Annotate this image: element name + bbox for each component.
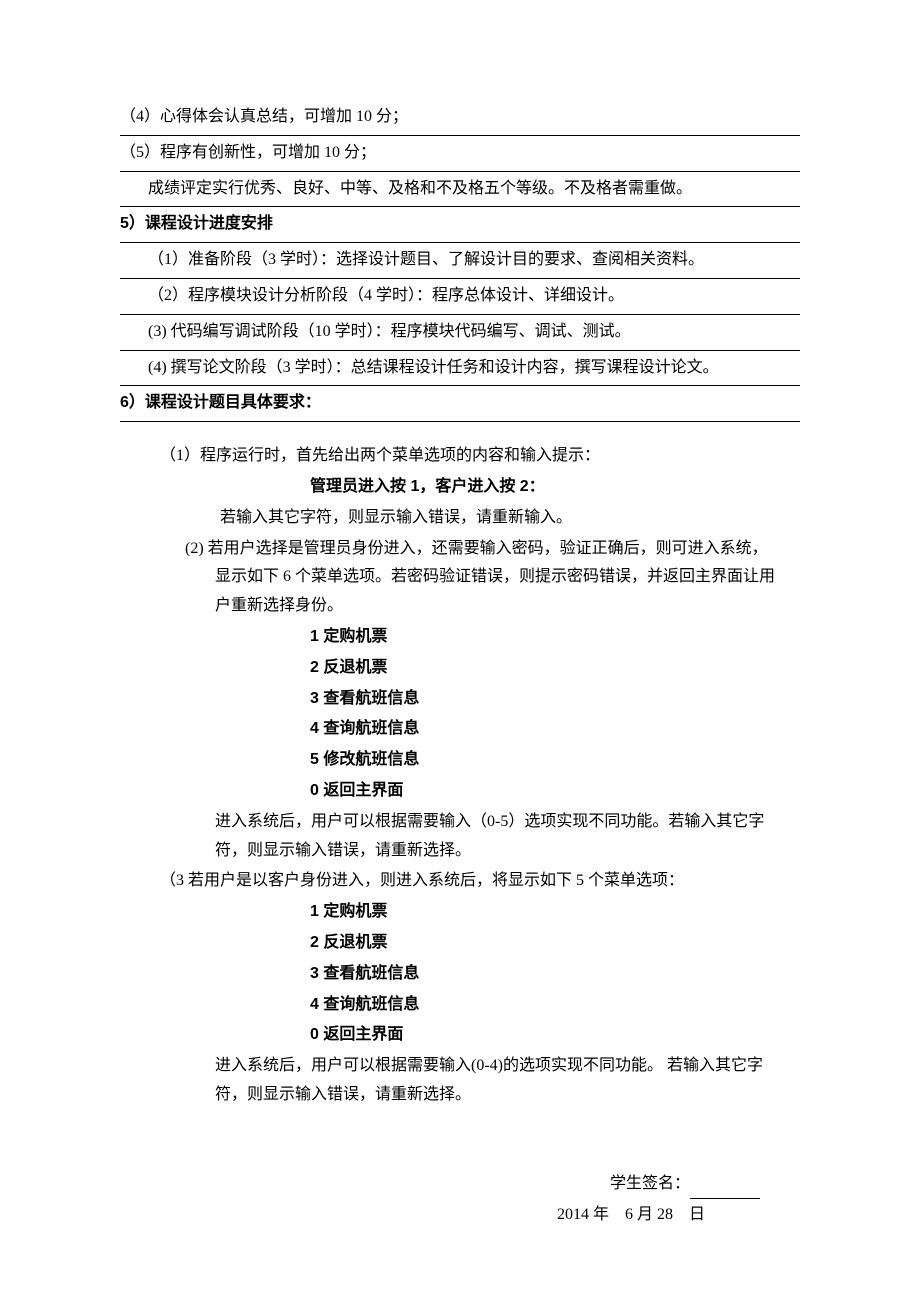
schedule-item-2: （2）程序模块设计分析阶段（4 学时）：程序总体设计、详细设计。 <box>120 279 800 315</box>
cust-menu-3: 3 查看航班信息 <box>160 960 780 989</box>
signature-label: 学生签名： <box>610 1175 690 1192</box>
grade-note-row: 成绩评定实行优秀、良好、中等、及格和不及格五个等级。不及格者需重做。 <box>120 172 800 208</box>
schedule-text: (3) 代码编写调试阶段（10 学时）：程序模块代码编写、调试、测试。 <box>148 323 631 340</box>
signature-date: 2014 年 6 月 28 日 <box>120 1201 760 1230</box>
schedule-text: （2）程序模块设计分析阶段（4 学时）：程序总体设计、详细设计。 <box>148 287 624 304</box>
schedule-item-4: (4) 撰写论文阶段（3 学时）：总结课程设计任务和设计内容，撰写课程设计论文。 <box>120 351 800 387</box>
bonus-item-4: （4）心得体会认真总结，可增加 10 分； <box>120 100 800 136</box>
admin-menu-4: 4 查询航班信息 <box>160 715 780 744</box>
req-2-head: (2) 若用户选择是管理员身份进入，还需要输入密码，验证正确后，则可进入系统，显… <box>160 535 780 621</box>
section-5-header: 5）课程设计进度安排 <box>120 207 800 243</box>
cust-menu-0: 0 返回主界面 <box>160 1021 780 1050</box>
admin-menu-0: 0 返回主界面 <box>160 777 780 806</box>
signature-underline <box>690 1198 760 1199</box>
requirements-body: （1）程序运行时，首先给出两个菜单选项的内容和输入提示： 管理员进入按 1，客户… <box>120 422 800 1110</box>
admin-menu-3: 3 查看航班信息 <box>160 685 780 714</box>
section-6-header: 6）课程设计题目具体要求： <box>120 386 800 422</box>
schedule-text: （1）准备阶段（3 学时）：选择设计题目、了解设计目的要求、查阅相关资料。 <box>148 251 704 268</box>
bonus-item-5: （5）程序有创新性，可增加 10 分； <box>120 136 800 172</box>
admin-menu-2: 2 反退机票 <box>160 654 780 683</box>
grade-note: 成绩评定实行优秀、良好、中等、及格和不及格五个等级。不及格者需重做。 <box>148 180 692 197</box>
bonus-text: （4）心得体会认真总结，可增加 10 分； <box>120 108 408 125</box>
req-3-tail: 进入系统后，用户可以根据需要输入(0-4)的选项实现不同功能。 若输入其它字符，… <box>160 1052 780 1110</box>
cust-menu-4: 4 查询航班信息 <box>160 991 780 1020</box>
section-5-title: 5）课程设计进度安排 <box>120 215 273 232</box>
schedule-text: (4) 撰写论文阶段（3 学时）：总结课程设计任务和设计内容，撰写课程设计论文。 <box>148 359 719 376</box>
signature-block: 学生签名： 2014 年 6 月 28 日 <box>120 1170 800 1230</box>
req-1-tail: 若输入其它字符，则显示输入错误，请重新输入。 <box>160 504 780 533</box>
cust-menu-1: 1 定购机票 <box>160 898 780 927</box>
bonus-text: （5）程序有创新性，可增加 10 分； <box>120 144 376 161</box>
cust-menu-2: 2 反退机票 <box>160 929 780 958</box>
section-6-title: 6）课程设计题目具体要求： <box>120 394 321 411</box>
req-3-head: （3 若用户是以客户身份进入，则进入系统后，将显示如下 5 个菜单选项： <box>160 867 780 896</box>
admin-menu-1: 1 定购机票 <box>160 623 780 652</box>
req-1-head: （1）程序运行时，首先给出两个菜单选项的内容和输入提示： <box>160 442 780 471</box>
admin-menu-5: 5 修改航班信息 <box>160 746 780 775</box>
req-2-tail: 进入系统后，用户可以根据需要输入（0-5）选项实现不同功能。若输入其它字符，则显… <box>160 808 780 866</box>
schedule-item-1: （1）准备阶段（3 学时）：选择设计题目、了解设计目的要求、查阅相关资料。 <box>120 243 800 279</box>
schedule-item-3: (3) 代码编写调试阶段（10 学时）：程序模块代码编写、调试、测试。 <box>120 315 800 351</box>
req-1-bold-line: 管理员进入按 1，客户进入按 2： <box>160 473 780 502</box>
signature-line: 学生签名： <box>120 1170 760 1199</box>
